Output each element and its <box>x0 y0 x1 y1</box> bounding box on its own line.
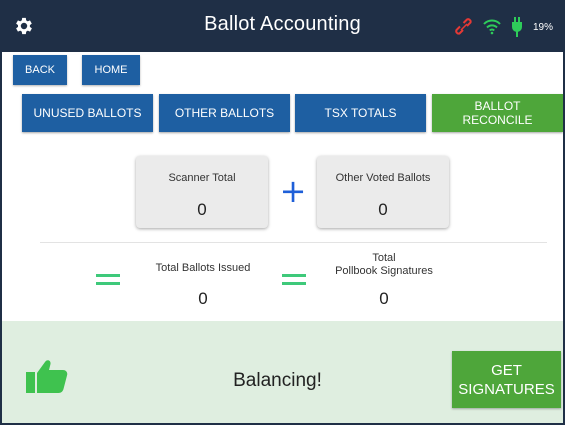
section-divider <box>40 242 547 243</box>
plus-operator: + <box>279 172 307 210</box>
back-button[interactable]: BACK <box>13 55 67 85</box>
scanner-total-card[interactable]: Scanner Total 0 <box>136 156 268 228</box>
app-frame: Ballot Accounting 19% BACK HOME UNUSED B… <box>0 0 565 425</box>
wifi-icon <box>483 19 501 35</box>
tab-unused-ballots[interactable]: UNUSED BALLOTS <box>22 94 153 132</box>
tab-other-ballots[interactable]: OTHER BALLOTS <box>159 94 290 132</box>
home-button[interactable]: HOME <box>82 55 140 85</box>
scanner-total-label: Scanner Total <box>168 172 236 184</box>
tab-tsx-totals[interactable]: TSX TOTALS <box>295 94 426 132</box>
get-signatures-line2: SIGNATURES <box>458 380 555 398</box>
other-voted-ballots-card[interactable]: Other Voted Ballots 0 <box>317 156 449 228</box>
other-voted-ballots-value: 0 <box>378 200 388 219</box>
other-voted-ballots-label: Other Voted Ballots <box>335 172 431 184</box>
status-area: 19% <box>455 17 553 37</box>
total-pollbook-label-line1: Total <box>372 252 396 264</box>
battery-level: 19% <box>532 21 553 33</box>
total-pollbook-signatures-label: Total Pollbook Signatures <box>318 252 450 278</box>
power-plug-icon <box>511 17 522 37</box>
equals-icon <box>96 274 120 286</box>
get-signatures-line1: GET <box>491 361 522 379</box>
total-ballots-issued-value: 0 <box>198 289 208 308</box>
total-pollbook-label-line2: Pollbook Signatures <box>335 265 433 277</box>
get-signatures-button[interactable]: GET SIGNATURES <box>452 351 561 408</box>
total-pollbook-signatures-value: 0 <box>379 289 389 308</box>
tab-ballot-reconcile[interactable]: BALLOT RECONCILE <box>432 94 563 132</box>
top-bar: Ballot Accounting 19% <box>2 2 563 52</box>
link-broken-icon <box>455 18 472 35</box>
scanner-total-value: 0 <box>197 200 207 219</box>
total-ballots-issued-label: Total Ballots Issued <box>155 262 251 274</box>
equals-icon <box>282 274 306 286</box>
